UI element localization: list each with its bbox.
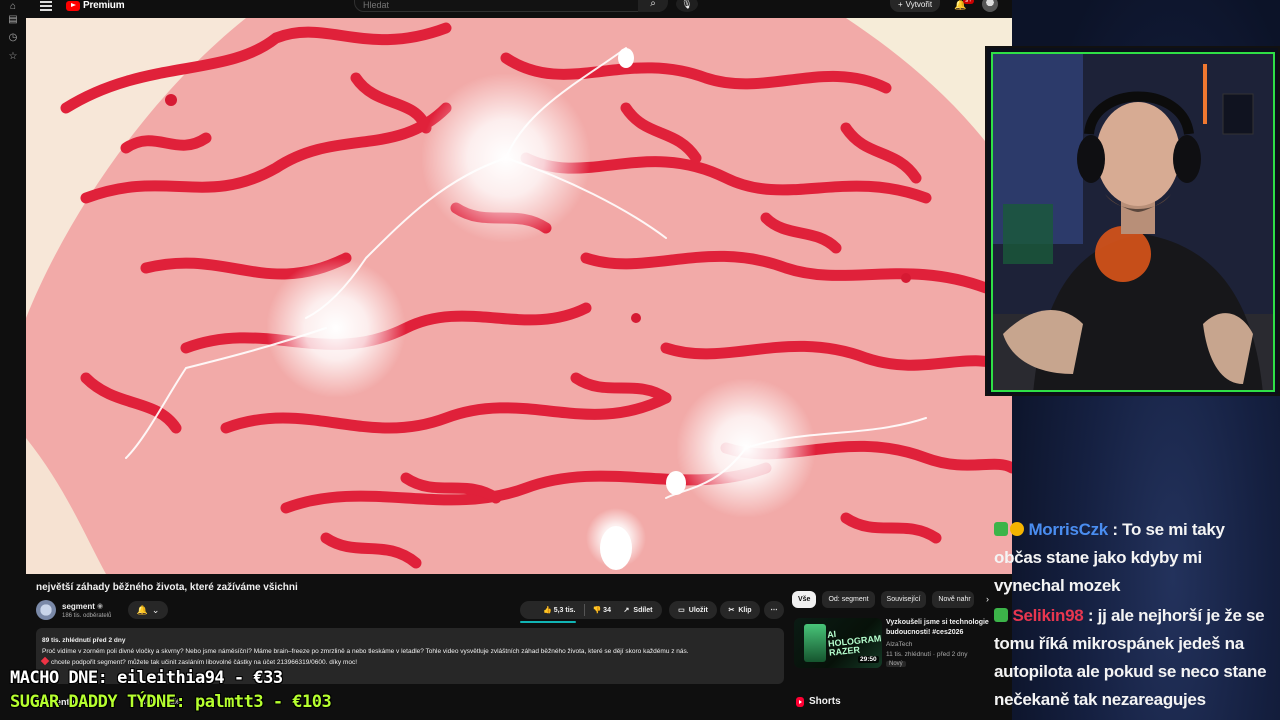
chat-message: MorrisCzk : To se mi taky občas stane ja… [994,520,1225,595]
related-video-views: 11 tis. zhlédnutí · před 2 dny [886,651,968,658]
home-icon[interactable]: ⌂ [8,2,18,12]
screen: ⌂ ▤ ◷ ☆ Premium ⌕ 🎙 + Vytvořit 🔔 9+ [0,0,1280,720]
shorts-icon [796,696,804,707]
thumbnail-text: AI HOLOGRAM RAZER [826,628,882,658]
related-filter-chips: Vše Od: segment Související Nově nahr [792,591,975,609]
divider [583,604,585,616]
webcam-feed [991,52,1275,392]
chat-username: Selikin98 [1012,606,1084,625]
chat-message: Selikin98 : jj ale nejhorší je že se tom… [994,606,1267,709]
subscriber-badge-icon [994,522,1008,536]
new-badge: Nový [886,661,906,667]
dislike-button[interactable]: 👎 34 [593,606,611,614]
save-label: Uložit [688,606,708,614]
save-button[interactable]: ▭ Uložit [669,601,717,619]
view-count-date: 89 tis. zhlédnutí před 2 dny [42,637,126,644]
logo-text: Premium [83,0,125,11]
share-label: Sdílet [633,606,653,614]
bits-badge-icon [1010,522,1024,536]
mini-sidebar: ⌂ ▤ ◷ ☆ [0,0,26,720]
like-button[interactable]: 👍 5,3 tis. [543,606,575,614]
description-line-1: Proč vidíme v zorném poli divné vločky a… [42,648,689,655]
search-input[interactable] [363,0,613,10]
webcam-streamer-illustration [993,54,1273,390]
like-progress-bar [520,621,576,623]
chat-overlay: MorrisCzk : To se mi taky občas stane ja… [994,516,1276,716]
chip-from-channel[interactable]: Od: segment [822,591,875,608]
subscriptions-icon[interactable]: ▤ [8,15,18,25]
subscription-bell-button[interactable]: 🔔 ⌄ [128,601,168,619]
bookmark-icon: ▭ [678,607,685,614]
video-player[interactable] [26,18,1012,574]
channel-avatar[interactable] [36,600,56,620]
related-video-channel[interactable]: AlzaTech [886,641,912,648]
create-button[interactable]: + Vytvořit [890,0,941,12]
sugar-daddy-of-week-banner: SUGAR DADDY TÝDNE: palmtt3 - €103 [10,692,332,712]
clip-button[interactable]: ✂ Klip [720,601,760,619]
subscriber-badge-icon [994,608,1008,622]
youtube-play-icon [66,0,80,11]
chevron-right-icon[interactable]: › [986,594,989,604]
create-label: Vytvořit [905,0,933,9]
webcam-frame [985,46,1280,396]
search-button[interactable]: ⌕ [638,0,668,12]
related-video-title[interactable]: Vyzkoušeli jsme si technologie budoucnos… [886,618,994,638]
search-box [354,0,660,12]
share-icon: ↗ [623,607,630,614]
youtube-logo[interactable]: Premium [66,0,125,11]
clip-label: Klip [738,606,752,614]
bell-icon: 🔔 [136,604,148,615]
like-count: 5,3 tis. [553,607,576,614]
voice-search-button[interactable]: 🎙 [676,0,698,12]
thumbnail-figure [804,624,826,662]
menu-icon[interactable] [40,1,52,11]
more-actions-button[interactable]: ⋯ [764,601,784,619]
notification-count-badge: 9+ [963,0,974,4]
top-bar: Premium ⌕ 🎙 + Vytvořit 🔔 9+ [26,0,1012,18]
pin-icon [40,656,50,666]
search-icon: ⌕ [650,0,656,9]
dislike-count: 34 [603,607,611,614]
subscriber-count: 186 tis. odběratelů [62,613,112,619]
plus-icon: + [898,0,903,9]
share-button[interactable]: ↗ Sdílet [614,601,662,619]
chevron-down-icon: ⌄ [151,604,160,615]
verified-icon: ◉ [97,603,104,610]
channel-name[interactable]: segment [62,602,95,611]
video-title: největší záhady běžného života, které za… [36,582,298,593]
shorts-heading: Shorts [796,696,841,707]
macho-of-day-banner: MACHO DNE: eileithia94 - €33 [10,668,283,688]
chip-all[interactable]: Vše [792,591,817,608]
shorts-label: Shorts [809,696,841,707]
chip-recently-uploaded[interactable]: Nově nahr [932,591,975,608]
more-dots-icon: ⋯ [770,607,778,614]
video-frame-brain-illustration [26,18,1012,574]
mic-icon: 🎙 [681,0,693,9]
chat-username: MorrisCzk [1028,520,1108,539]
chip-related[interactable]: Související [880,591,927,608]
account-avatar[interactable] [982,0,998,12]
description-line-2: chcete podpořit segment? můžete tak učin… [51,659,358,666]
watch-later-icon[interactable]: ☆ [8,52,18,62]
history-icon[interactable]: ◷ [8,33,18,43]
related-video-duration: 29:50 [858,656,879,663]
scissors-icon: ✂ [728,607,735,614]
